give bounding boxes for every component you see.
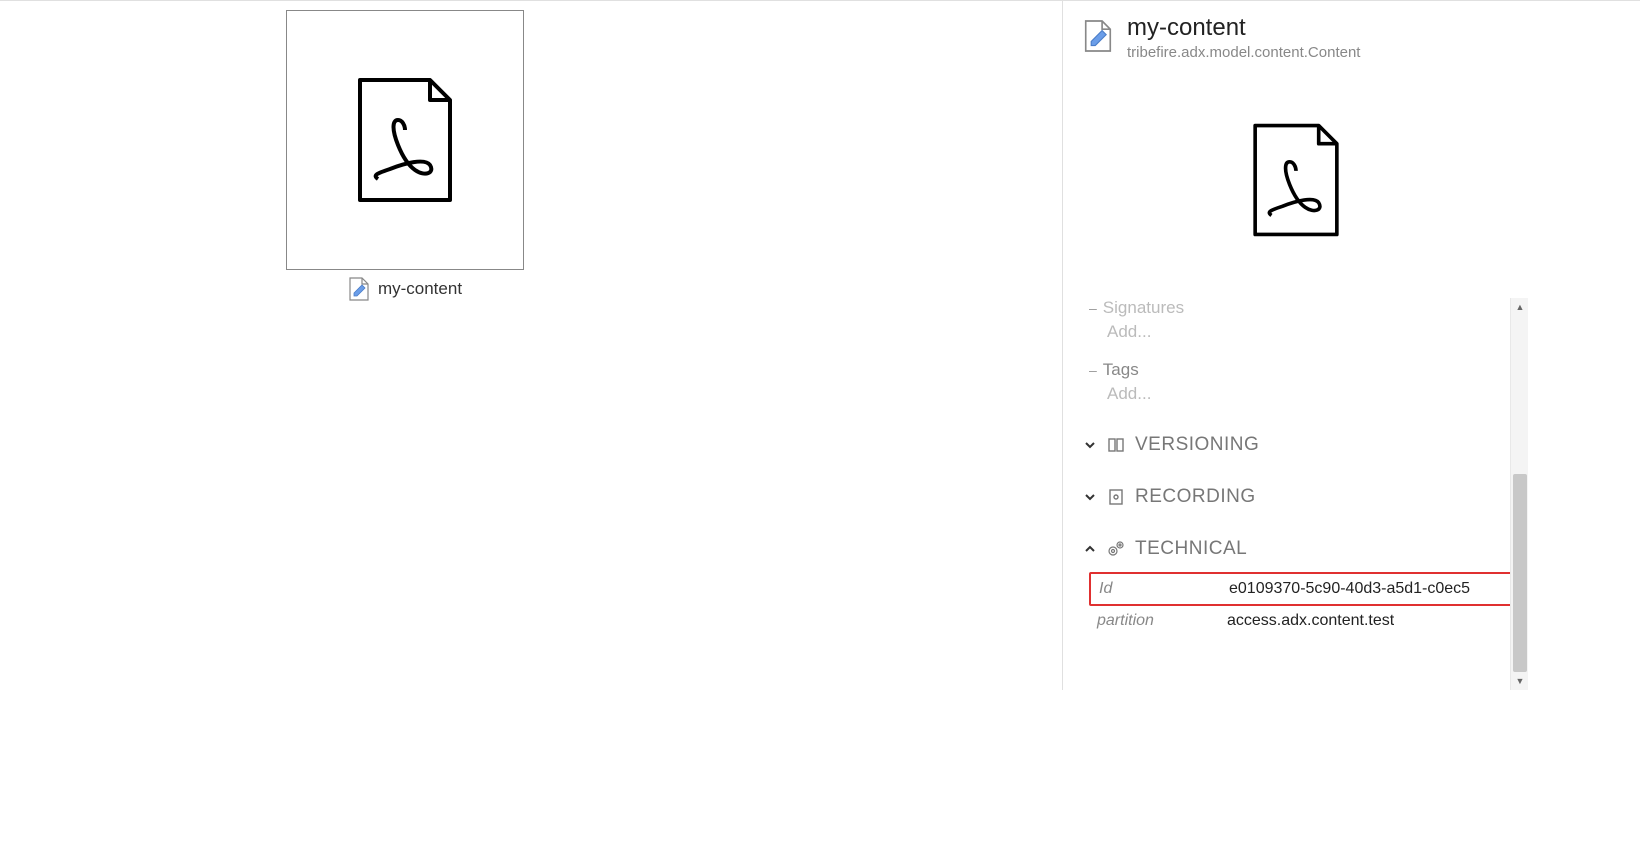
thumbnail-filename: my-content [378,279,462,299]
dash-icon: – [1089,362,1097,378]
scroll-down-arrow-icon[interactable]: ▼ [1511,672,1529,690]
chevron-down-icon [1083,490,1097,504]
chevron-up-icon [1083,542,1097,556]
scrollbar-track[interactable]: ▲ ▼ [1510,298,1528,690]
recording-title: RECORDING [1135,486,1256,508]
technical-id-row[interactable]: Id e0109370-5c90-40d3-a5d1-c0ec5 [1089,572,1528,606]
recording-icon [1107,488,1125,506]
section-recording-header[interactable]: RECORDING [1083,486,1528,508]
pdf-file-icon [350,75,460,205]
signatures-label: Signatures [1103,298,1184,318]
section-versioning-header[interactable]: VERSIONING [1083,434,1528,456]
tags-add-button[interactable]: Add... [1107,384,1528,404]
panel-preview [1063,61,1528,259]
field-signatures: – Signatures Add... [1089,298,1528,342]
content-thumbnail[interactable] [286,10,524,270]
versioning-title: VERSIONING [1135,434,1259,456]
prop-val-id: e0109370-5c90-40d3-a5d1-c0ec5 [1229,580,1470,598]
tags-label: Tags [1103,360,1139,380]
document-edit-icon [348,276,370,302]
versioning-icon [1107,436,1125,454]
field-tags: – Tags Add... [1089,360,1528,404]
document-edit-icon [1083,18,1113,54]
panel-subtitle: tribefire.adx.model.content.Content [1127,44,1360,61]
technical-title: TECHNICAL [1135,538,1247,560]
prop-key-id: Id [1099,580,1229,598]
details-panel: my-content tribefire.adx.model.content.C… [1062,0,1528,690]
panel-header: my-content tribefire.adx.model.content.C… [1063,0,1528,61]
pdf-file-icon [1246,121,1346,239]
dash-icon: – [1089,300,1097,316]
thumbnail-label-row: my-content [286,276,524,302]
technical-partition-row[interactable]: partition access.adx.content.test [1089,606,1528,636]
properties-scroll-area: – Signatures Add... – Tags Add... VERSIO… [1083,298,1528,690]
gear-icon [1107,540,1125,558]
signatures-add-button[interactable]: Add... [1107,322,1528,342]
main-content-area: my-content [0,0,1062,842]
section-technical-header[interactable]: TECHNICAL [1083,538,1528,560]
prop-val-partition: access.adx.content.test [1227,612,1394,630]
prop-key-partition: partition [1097,612,1227,630]
chevron-down-icon [1083,438,1097,452]
scrollbar-thumb[interactable] [1513,474,1527,672]
panel-title: my-content [1127,14,1360,42]
scroll-up-arrow-icon[interactable]: ▲ [1511,298,1529,316]
